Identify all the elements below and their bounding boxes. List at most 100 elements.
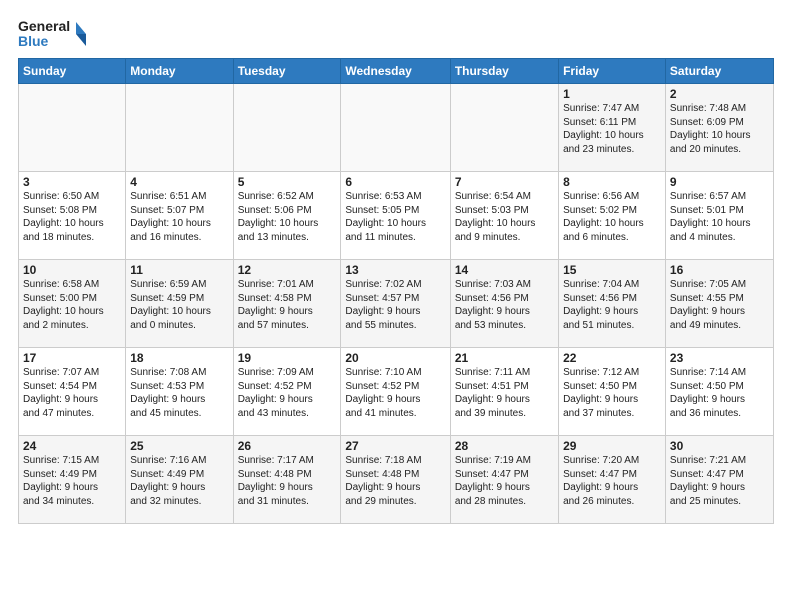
day-info: Sunrise: 6:54 AM Sunset: 5:03 PM Dayligh… [455, 190, 554, 244]
day-number: 10 [23, 263, 121, 277]
calendar-cell: 6Sunrise: 6:53 AM Sunset: 5:05 PM Daylig… [341, 172, 450, 260]
day-number: 2 [670, 87, 769, 101]
calendar-cell: 10Sunrise: 6:58 AM Sunset: 5:00 PM Dayli… [19, 260, 126, 348]
day-number: 22 [563, 351, 661, 365]
calendar-cell: 18Sunrise: 7:08 AM Sunset: 4:53 PM Dayli… [126, 348, 233, 436]
day-number: 9 [670, 175, 769, 189]
svg-text:Blue: Blue [18, 33, 49, 49]
calendar-cell: 19Sunrise: 7:09 AM Sunset: 4:52 PM Dayli… [233, 348, 341, 436]
day-info: Sunrise: 7:15 AM Sunset: 4:49 PM Dayligh… [23, 454, 121, 508]
day-number: 23 [670, 351, 769, 365]
day-info: Sunrise: 7:47 AM Sunset: 6:11 PM Dayligh… [563, 102, 661, 156]
day-info: Sunrise: 7:07 AM Sunset: 4:54 PM Dayligh… [23, 366, 121, 420]
calendar-cell [341, 84, 450, 172]
day-info: Sunrise: 7:14 AM Sunset: 4:50 PM Dayligh… [670, 366, 769, 420]
day-info: Sunrise: 7:17 AM Sunset: 4:48 PM Dayligh… [238, 454, 337, 508]
page: GeneralBlue SundayMondayTuesdayWednesday… [0, 0, 792, 536]
day-info: Sunrise: 7:04 AM Sunset: 4:56 PM Dayligh… [563, 278, 661, 332]
calendar-cell: 17Sunrise: 7:07 AM Sunset: 4:54 PM Dayli… [19, 348, 126, 436]
calendar-table: SundayMondayTuesdayWednesdayThursdayFrid… [18, 58, 774, 524]
day-number: 6 [345, 175, 445, 189]
day-info: Sunrise: 6:53 AM Sunset: 5:05 PM Dayligh… [345, 190, 445, 244]
day-number: 1 [563, 87, 661, 101]
calendar-cell: 4Sunrise: 6:51 AM Sunset: 5:07 PM Daylig… [126, 172, 233, 260]
calendar-week-5: 24Sunrise: 7:15 AM Sunset: 4:49 PM Dayli… [19, 436, 774, 524]
calendar-header-saturday: Saturday [665, 59, 773, 84]
day-number: 19 [238, 351, 337, 365]
day-number: 15 [563, 263, 661, 277]
day-info: Sunrise: 7:09 AM Sunset: 4:52 PM Dayligh… [238, 366, 337, 420]
calendar-cell: 21Sunrise: 7:11 AM Sunset: 4:51 PM Dayli… [450, 348, 558, 436]
calendar-cell: 5Sunrise: 6:52 AM Sunset: 5:06 PM Daylig… [233, 172, 341, 260]
day-info: Sunrise: 7:19 AM Sunset: 4:47 PM Dayligh… [455, 454, 554, 508]
day-number: 27 [345, 439, 445, 453]
calendar-cell: 22Sunrise: 7:12 AM Sunset: 4:50 PM Dayli… [559, 348, 666, 436]
calendar-header-sunday: Sunday [19, 59, 126, 84]
calendar-week-1: 1Sunrise: 7:47 AM Sunset: 6:11 PM Daylig… [19, 84, 774, 172]
svg-text:General: General [18, 18, 70, 34]
calendar-cell: 16Sunrise: 7:05 AM Sunset: 4:55 PM Dayli… [665, 260, 773, 348]
day-info: Sunrise: 7:12 AM Sunset: 4:50 PM Dayligh… [563, 366, 661, 420]
calendar-cell: 9Sunrise: 6:57 AM Sunset: 5:01 PM Daylig… [665, 172, 773, 260]
day-info: Sunrise: 7:21 AM Sunset: 4:47 PM Dayligh… [670, 454, 769, 508]
calendar-header-tuesday: Tuesday [233, 59, 341, 84]
header: GeneralBlue [18, 16, 774, 52]
day-info: Sunrise: 7:03 AM Sunset: 4:56 PM Dayligh… [455, 278, 554, 332]
day-info: Sunrise: 7:02 AM Sunset: 4:57 PM Dayligh… [345, 278, 445, 332]
logo: GeneralBlue [18, 16, 88, 52]
calendar-cell: 12Sunrise: 7:01 AM Sunset: 4:58 PM Dayli… [233, 260, 341, 348]
day-info: Sunrise: 7:48 AM Sunset: 6:09 PM Dayligh… [670, 102, 769, 156]
day-number: 5 [238, 175, 337, 189]
day-info: Sunrise: 7:01 AM Sunset: 4:58 PM Dayligh… [238, 278, 337, 332]
calendar-cell: 2Sunrise: 7:48 AM Sunset: 6:09 PM Daylig… [665, 84, 773, 172]
day-number: 14 [455, 263, 554, 277]
calendar-cell: 30Sunrise: 7:21 AM Sunset: 4:47 PM Dayli… [665, 436, 773, 524]
day-info: Sunrise: 7:10 AM Sunset: 4:52 PM Dayligh… [345, 366, 445, 420]
day-number: 28 [455, 439, 554, 453]
day-number: 26 [238, 439, 337, 453]
day-info: Sunrise: 6:58 AM Sunset: 5:00 PM Dayligh… [23, 278, 121, 332]
calendar-header-wednesday: Wednesday [341, 59, 450, 84]
calendar-header-monday: Monday [126, 59, 233, 84]
day-info: Sunrise: 6:56 AM Sunset: 5:02 PM Dayligh… [563, 190, 661, 244]
calendar-cell: 11Sunrise: 6:59 AM Sunset: 4:59 PM Dayli… [126, 260, 233, 348]
day-number: 18 [130, 351, 228, 365]
day-info: Sunrise: 6:59 AM Sunset: 4:59 PM Dayligh… [130, 278, 228, 332]
calendar-cell: 8Sunrise: 6:56 AM Sunset: 5:02 PM Daylig… [559, 172, 666, 260]
day-info: Sunrise: 7:18 AM Sunset: 4:48 PM Dayligh… [345, 454, 445, 508]
calendar-cell: 25Sunrise: 7:16 AM Sunset: 4:49 PM Dayli… [126, 436, 233, 524]
day-info: Sunrise: 7:16 AM Sunset: 4:49 PM Dayligh… [130, 454, 228, 508]
day-number: 7 [455, 175, 554, 189]
calendar-cell: 23Sunrise: 7:14 AM Sunset: 4:50 PM Dayli… [665, 348, 773, 436]
day-info: Sunrise: 7:11 AM Sunset: 4:51 PM Dayligh… [455, 366, 554, 420]
calendar-cell [450, 84, 558, 172]
calendar-week-2: 3Sunrise: 6:50 AM Sunset: 5:08 PM Daylig… [19, 172, 774, 260]
day-number: 30 [670, 439, 769, 453]
day-info: Sunrise: 7:05 AM Sunset: 4:55 PM Dayligh… [670, 278, 769, 332]
day-number: 13 [345, 263, 445, 277]
calendar-cell: 26Sunrise: 7:17 AM Sunset: 4:48 PM Dayli… [233, 436, 341, 524]
day-number: 20 [345, 351, 445, 365]
day-number: 12 [238, 263, 337, 277]
calendar-week-4: 17Sunrise: 7:07 AM Sunset: 4:54 PM Dayli… [19, 348, 774, 436]
calendar-week-3: 10Sunrise: 6:58 AM Sunset: 5:00 PM Dayli… [19, 260, 774, 348]
calendar-cell: 20Sunrise: 7:10 AM Sunset: 4:52 PM Dayli… [341, 348, 450, 436]
day-info: Sunrise: 6:57 AM Sunset: 5:01 PM Dayligh… [670, 190, 769, 244]
calendar-header-row: SundayMondayTuesdayWednesdayThursdayFrid… [19, 59, 774, 84]
calendar-cell: 28Sunrise: 7:19 AM Sunset: 4:47 PM Dayli… [450, 436, 558, 524]
calendar-cell [233, 84, 341, 172]
calendar-header-friday: Friday [559, 59, 666, 84]
day-number: 11 [130, 263, 228, 277]
day-number: 4 [130, 175, 228, 189]
calendar-cell: 14Sunrise: 7:03 AM Sunset: 4:56 PM Dayli… [450, 260, 558, 348]
calendar-cell: 15Sunrise: 7:04 AM Sunset: 4:56 PM Dayli… [559, 260, 666, 348]
calendar-cell: 7Sunrise: 6:54 AM Sunset: 5:03 PM Daylig… [450, 172, 558, 260]
calendar-cell [19, 84, 126, 172]
calendar-cell: 29Sunrise: 7:20 AM Sunset: 4:47 PM Dayli… [559, 436, 666, 524]
calendar-cell: 27Sunrise: 7:18 AM Sunset: 4:48 PM Dayli… [341, 436, 450, 524]
day-info: Sunrise: 6:50 AM Sunset: 5:08 PM Dayligh… [23, 190, 121, 244]
calendar-cell: 1Sunrise: 7:47 AM Sunset: 6:11 PM Daylig… [559, 84, 666, 172]
day-number: 21 [455, 351, 554, 365]
day-number: 3 [23, 175, 121, 189]
day-number: 25 [130, 439, 228, 453]
